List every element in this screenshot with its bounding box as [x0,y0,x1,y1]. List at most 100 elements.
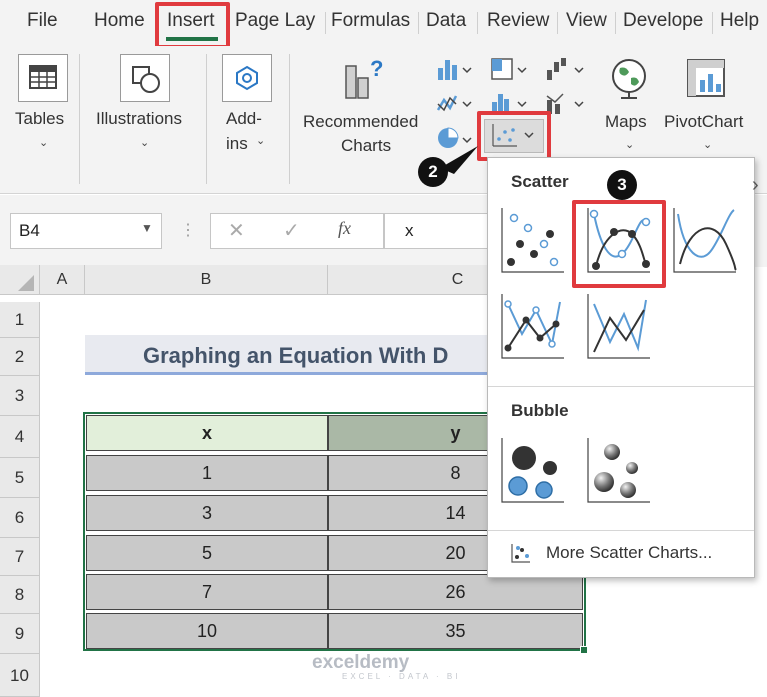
fill-handle[interactable] [580,646,588,654]
table-cell[interactable]: 10 [86,613,328,649]
column-header-b[interactable]: B [85,265,328,295]
group-divider [289,54,290,184]
recommended-charts-label-1: Recommended [303,112,419,131]
row-header-3[interactable]: 3 [0,376,40,416]
pivotchart-icon [687,59,725,97]
line-chart-icon[interactable] [436,90,474,116]
formula-content: x [405,221,414,240]
pivotchart-button[interactable] [684,56,730,102]
table-cell[interactable]: 5 [86,535,328,571]
row-header-7[interactable]: 7 [0,538,40,576]
3d-bubble-chart-icon[interactable] [584,434,654,506]
tab-divider [557,12,558,34]
tab-file[interactable]: File [27,10,58,32]
scatter-dropdown: Scatter Bubble More Scatter Charts... [487,157,755,578]
corner-triangle-icon [18,275,34,291]
row-header-6[interactable]: 6 [0,498,40,538]
tab-divider [615,12,616,34]
chevron-down-icon: ⌄ [256,135,266,147]
watermark-tag: EXCEL · DATA · BI [342,672,461,681]
bubble-chart-icon[interactable] [498,434,568,506]
column-header-a[interactable]: A [40,265,85,295]
more-options-icon: ⋮ [180,222,196,239]
watermark-name: exceldemy [312,652,410,673]
maps-button[interactable] [606,56,652,102]
tab-developer[interactable]: Develope [623,10,703,32]
pivotchart-label: PivotChart [664,112,744,131]
table-header-x[interactable]: x [86,415,328,451]
row-header-10[interactable]: 10 [0,654,40,697]
row-header-4[interactable]: 4 [0,416,40,458]
tab-home[interactable]: Home [94,10,145,32]
table-cell[interactable]: 7 [86,574,328,610]
table-icon [29,65,57,89]
row-header-2[interactable]: 2 [0,338,40,376]
sheet-title[interactable]: Graphing an Equation With D [85,335,505,375]
row-header-9[interactable]: 9 [0,614,40,654]
recommended-charts-icon: ? [345,56,383,99]
hierarchy-chart-icon[interactable] [490,56,530,82]
waterfall-chart-icon[interactable] [545,56,587,82]
chevron-down-icon: ⌄ [625,139,635,151]
name-box-value: B4 [19,221,40,240]
tab-page-layout[interactable]: Page Lay [235,10,315,32]
globe-icon [612,59,646,99]
tab-view[interactable]: View [566,10,607,32]
watermark: exceldemy EXCEL · DATA · BI [312,652,460,681]
tab-help[interactable]: Help [720,10,759,32]
svg-text:?: ? [370,56,383,81]
shapes-icon [132,66,160,93]
name-box[interactable]: B4 [10,213,162,249]
badge-pointer-icon [440,146,478,174]
cancel-icon[interactable]: ✕ [228,218,245,243]
table-cell[interactable]: 35 [328,613,583,649]
column-chart-icon[interactable] [436,56,474,82]
addins-button[interactable] [222,54,272,102]
chevron-down-icon: ⌄ [39,137,49,149]
highlight-insert-tab [155,2,230,49]
tables-button[interactable] [18,54,68,102]
tab-review[interactable]: Review [487,10,549,32]
illustrations-button[interactable] [120,54,170,102]
tab-divider [477,12,478,34]
addins-icon [236,65,258,91]
select-all-corner[interactable] [0,265,40,295]
more-scatter-charts-link[interactable]: More Scatter Charts... [546,543,712,563]
tab-formulas[interactable]: Formulas [331,10,410,32]
scatter-smooth-lines-icon[interactable] [670,204,740,276]
table-cell[interactable]: 26 [328,574,583,610]
table-cell[interactable]: 1 [86,455,328,491]
row-header-5[interactable]: 5 [0,458,40,498]
insert-function-icon[interactable]: fx [338,218,351,239]
recommended-charts-label-2: Charts [341,136,392,155]
bubble-heading: Bubble [511,401,569,420]
row-header-1[interactable]: 1 [0,302,40,338]
addins-label-2: ins [226,134,248,153]
section-divider [488,386,754,387]
tables-label: Tables [15,109,65,128]
tab-divider [325,12,326,34]
tab-data[interactable]: Data [426,10,466,32]
scatter-heading: Scatter [511,172,569,191]
scatter-straight-lines-markers-icon[interactable] [498,290,568,362]
recommended-charts-button[interactable]: ? [340,54,390,104]
more-scatter-icon [511,544,530,563]
scatter-markers-only-icon[interactable] [498,204,568,276]
row-header-8[interactable]: 8 [0,576,40,614]
scatter-straight-lines-icon[interactable] [584,290,654,362]
chevron-down-icon: ⌄ [140,137,150,149]
ribbon-tabs: File Home Insert Page Lay Formulas Data … [0,0,767,46]
chevron-down-icon: ⌄ [703,139,713,151]
chevron-down-icon[interactable]: ▼ [141,221,153,235]
section-divider [488,530,754,531]
illustrations-label: Illustrations [96,109,182,128]
combo-chart-icon[interactable] [545,90,587,116]
highlight-smooth-scatter [572,200,666,288]
addins-label-1: Add- [226,109,262,128]
maps-label: Maps [605,112,647,131]
step-badge-3: 3 [607,170,637,200]
table-cell[interactable]: 3 [86,495,328,531]
group-divider [206,54,207,184]
enter-icon[interactable]: ✓ [283,218,300,243]
highlight-scatter-button [477,111,551,161]
